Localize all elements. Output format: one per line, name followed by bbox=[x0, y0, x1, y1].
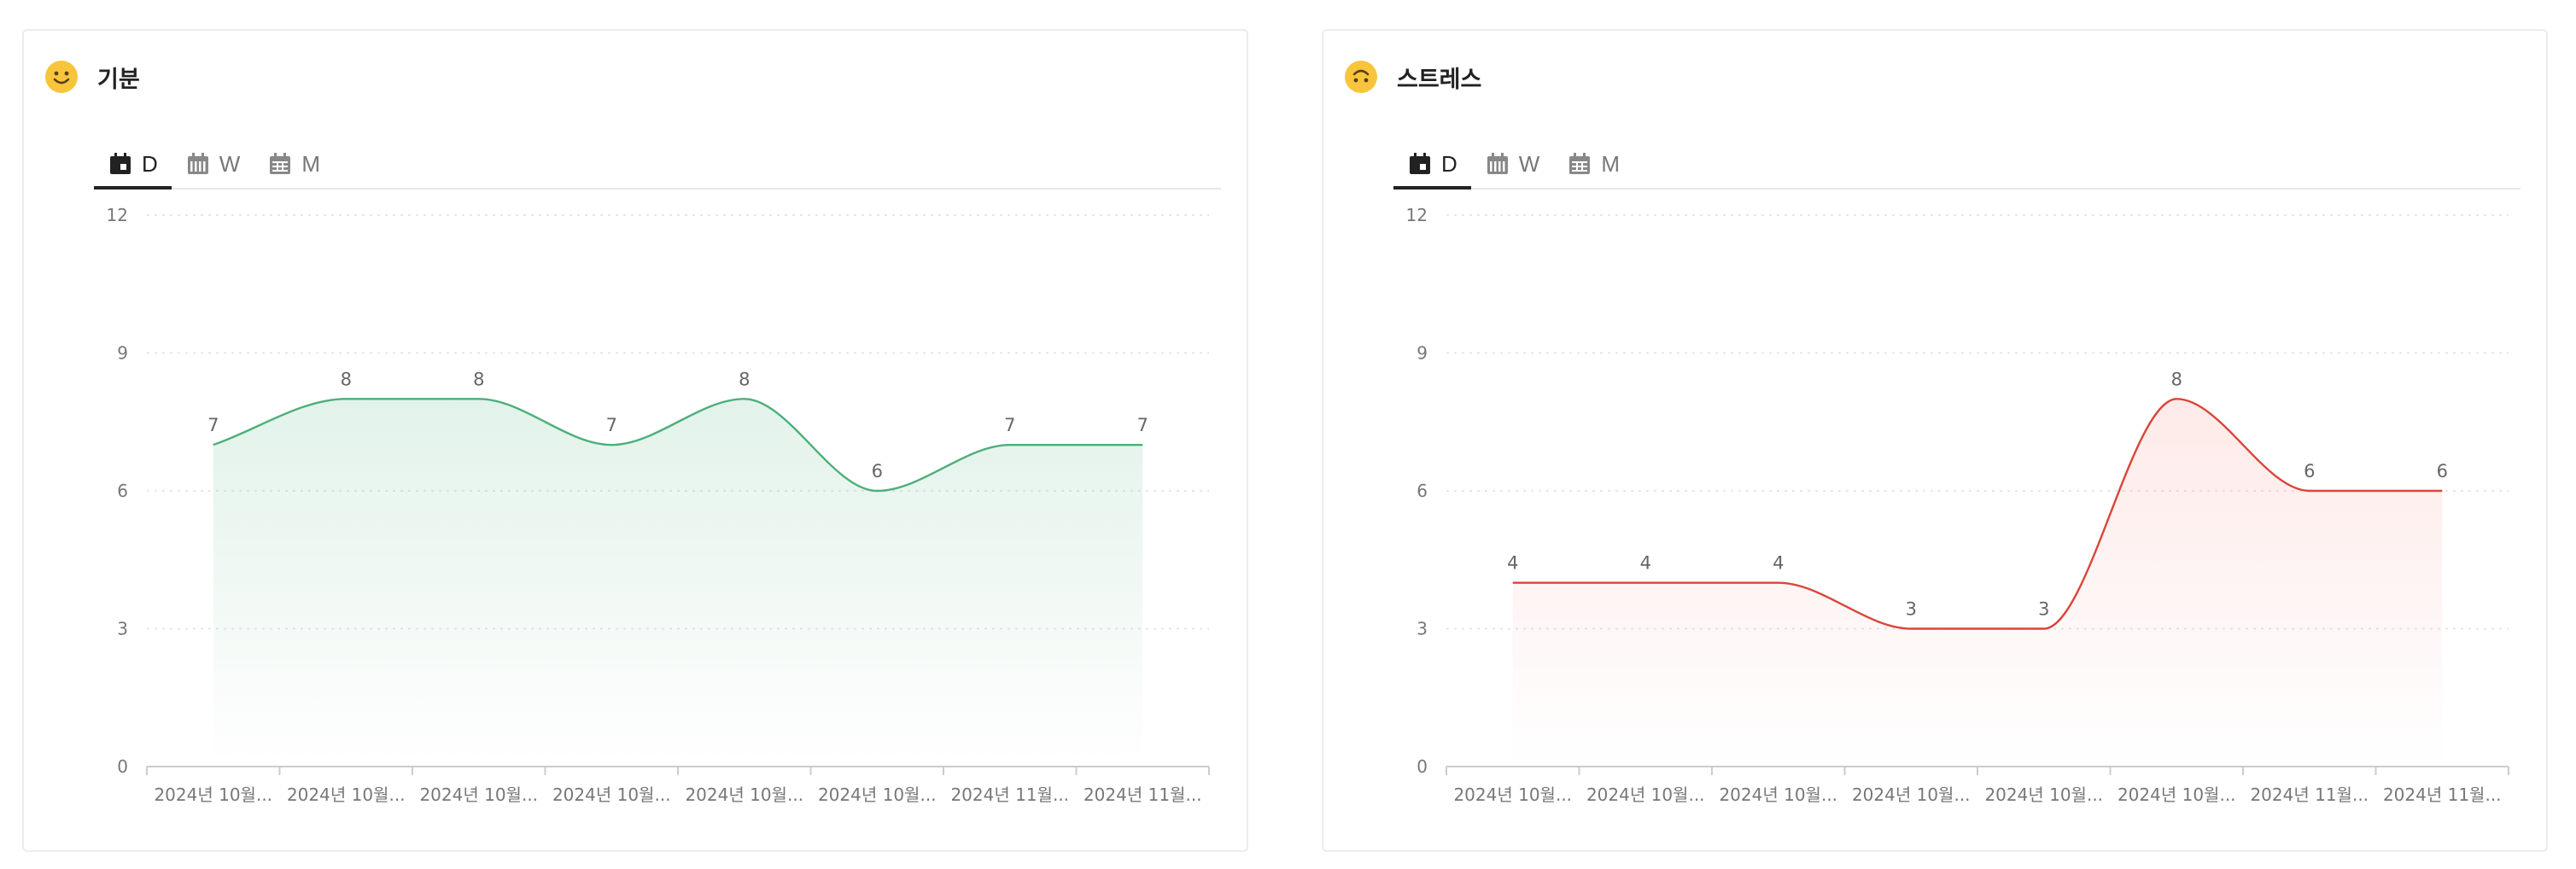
y-tick-label: 12 bbox=[107, 205, 128, 225]
y-tick-label: 9 bbox=[117, 343, 128, 364]
data-label: 7 bbox=[606, 415, 617, 435]
x-tick-label: 2024년 10월... bbox=[1453, 784, 1572, 805]
stress-chart: 0 3 6 9 12 2024년 10월... 2024년 10월... 2024년 10월.… bbox=[1406, 205, 2509, 805]
data-label: 6 bbox=[2304, 461, 2315, 481]
y-tick-label: 0 bbox=[117, 756, 128, 777]
data-label: 4 bbox=[1640, 553, 1651, 574]
x-tick-label: 2024년 10월... bbox=[287, 784, 406, 805]
data-label: 8 bbox=[2171, 369, 2182, 389]
data-label: 7 bbox=[1004, 415, 1015, 435]
y-tick-label: 3 bbox=[117, 619, 128, 639]
x-tick-label: 2024년 10월... bbox=[1586, 784, 1705, 805]
data-label: 4 bbox=[1773, 553, 1784, 574]
x-tick-label: 2024년 10월... bbox=[818, 784, 937, 805]
data-label: 8 bbox=[473, 369, 484, 389]
x-tick-label: 2024년 11월... bbox=[2383, 784, 2502, 805]
mood-card: 기분 D W M 0 3 6 9 12 2024년 10월... 2024년 1… bbox=[22, 29, 1248, 852]
data-label: 8 bbox=[341, 369, 352, 389]
series-area bbox=[213, 399, 1143, 767]
y-tick-label: 6 bbox=[1417, 481, 1428, 501]
data-label: 4 bbox=[1507, 553, 1518, 574]
y-tick-label: 12 bbox=[1406, 205, 1428, 225]
y-tick-label: 9 bbox=[1417, 343, 1428, 364]
y-tick-label: 0 bbox=[1417, 756, 1428, 777]
x-tick-label: 2024년 10월... bbox=[685, 784, 803, 805]
x-tick-label: 2024년 11월... bbox=[1084, 784, 1202, 805]
x-tick-label: 2024년 10월... bbox=[1852, 784, 1971, 805]
x-tick-label: 2024년 10월... bbox=[419, 784, 538, 805]
data-label: 8 bbox=[739, 369, 750, 389]
x-tick-label: 2024년 10월... bbox=[154, 784, 272, 805]
x-tick-label: 2024년 11월... bbox=[2250, 784, 2369, 805]
data-label: 7 bbox=[1137, 415, 1148, 435]
data-label: 3 bbox=[1906, 599, 1917, 620]
x-tick-label: 2024년 11월... bbox=[950, 784, 1069, 805]
mood-chart: 0 3 6 9 12 2024년 10월... 2024년 10월... 2024년 10월.… bbox=[107, 205, 1210, 805]
x-tick-label: 2024년 10월... bbox=[1719, 784, 1837, 805]
y-tick-label: 3 bbox=[1417, 619, 1428, 639]
data-label: 6 bbox=[2437, 461, 2448, 481]
x-tick-label: 2024년 10월... bbox=[552, 784, 671, 805]
y-tick-label: 6 bbox=[117, 481, 128, 501]
data-label: 3 bbox=[2038, 599, 2049, 620]
x-tick-label: 2024년 10월... bbox=[1984, 784, 2103, 805]
stress-card: 스트레스 D W M 0 3 6 9 12 2024년 10월... 2024년… bbox=[1322, 29, 2548, 852]
data-label: 6 bbox=[872, 461, 883, 481]
x-tick-label: 2024년 10월... bbox=[2117, 784, 2236, 805]
data-label: 7 bbox=[207, 415, 219, 435]
